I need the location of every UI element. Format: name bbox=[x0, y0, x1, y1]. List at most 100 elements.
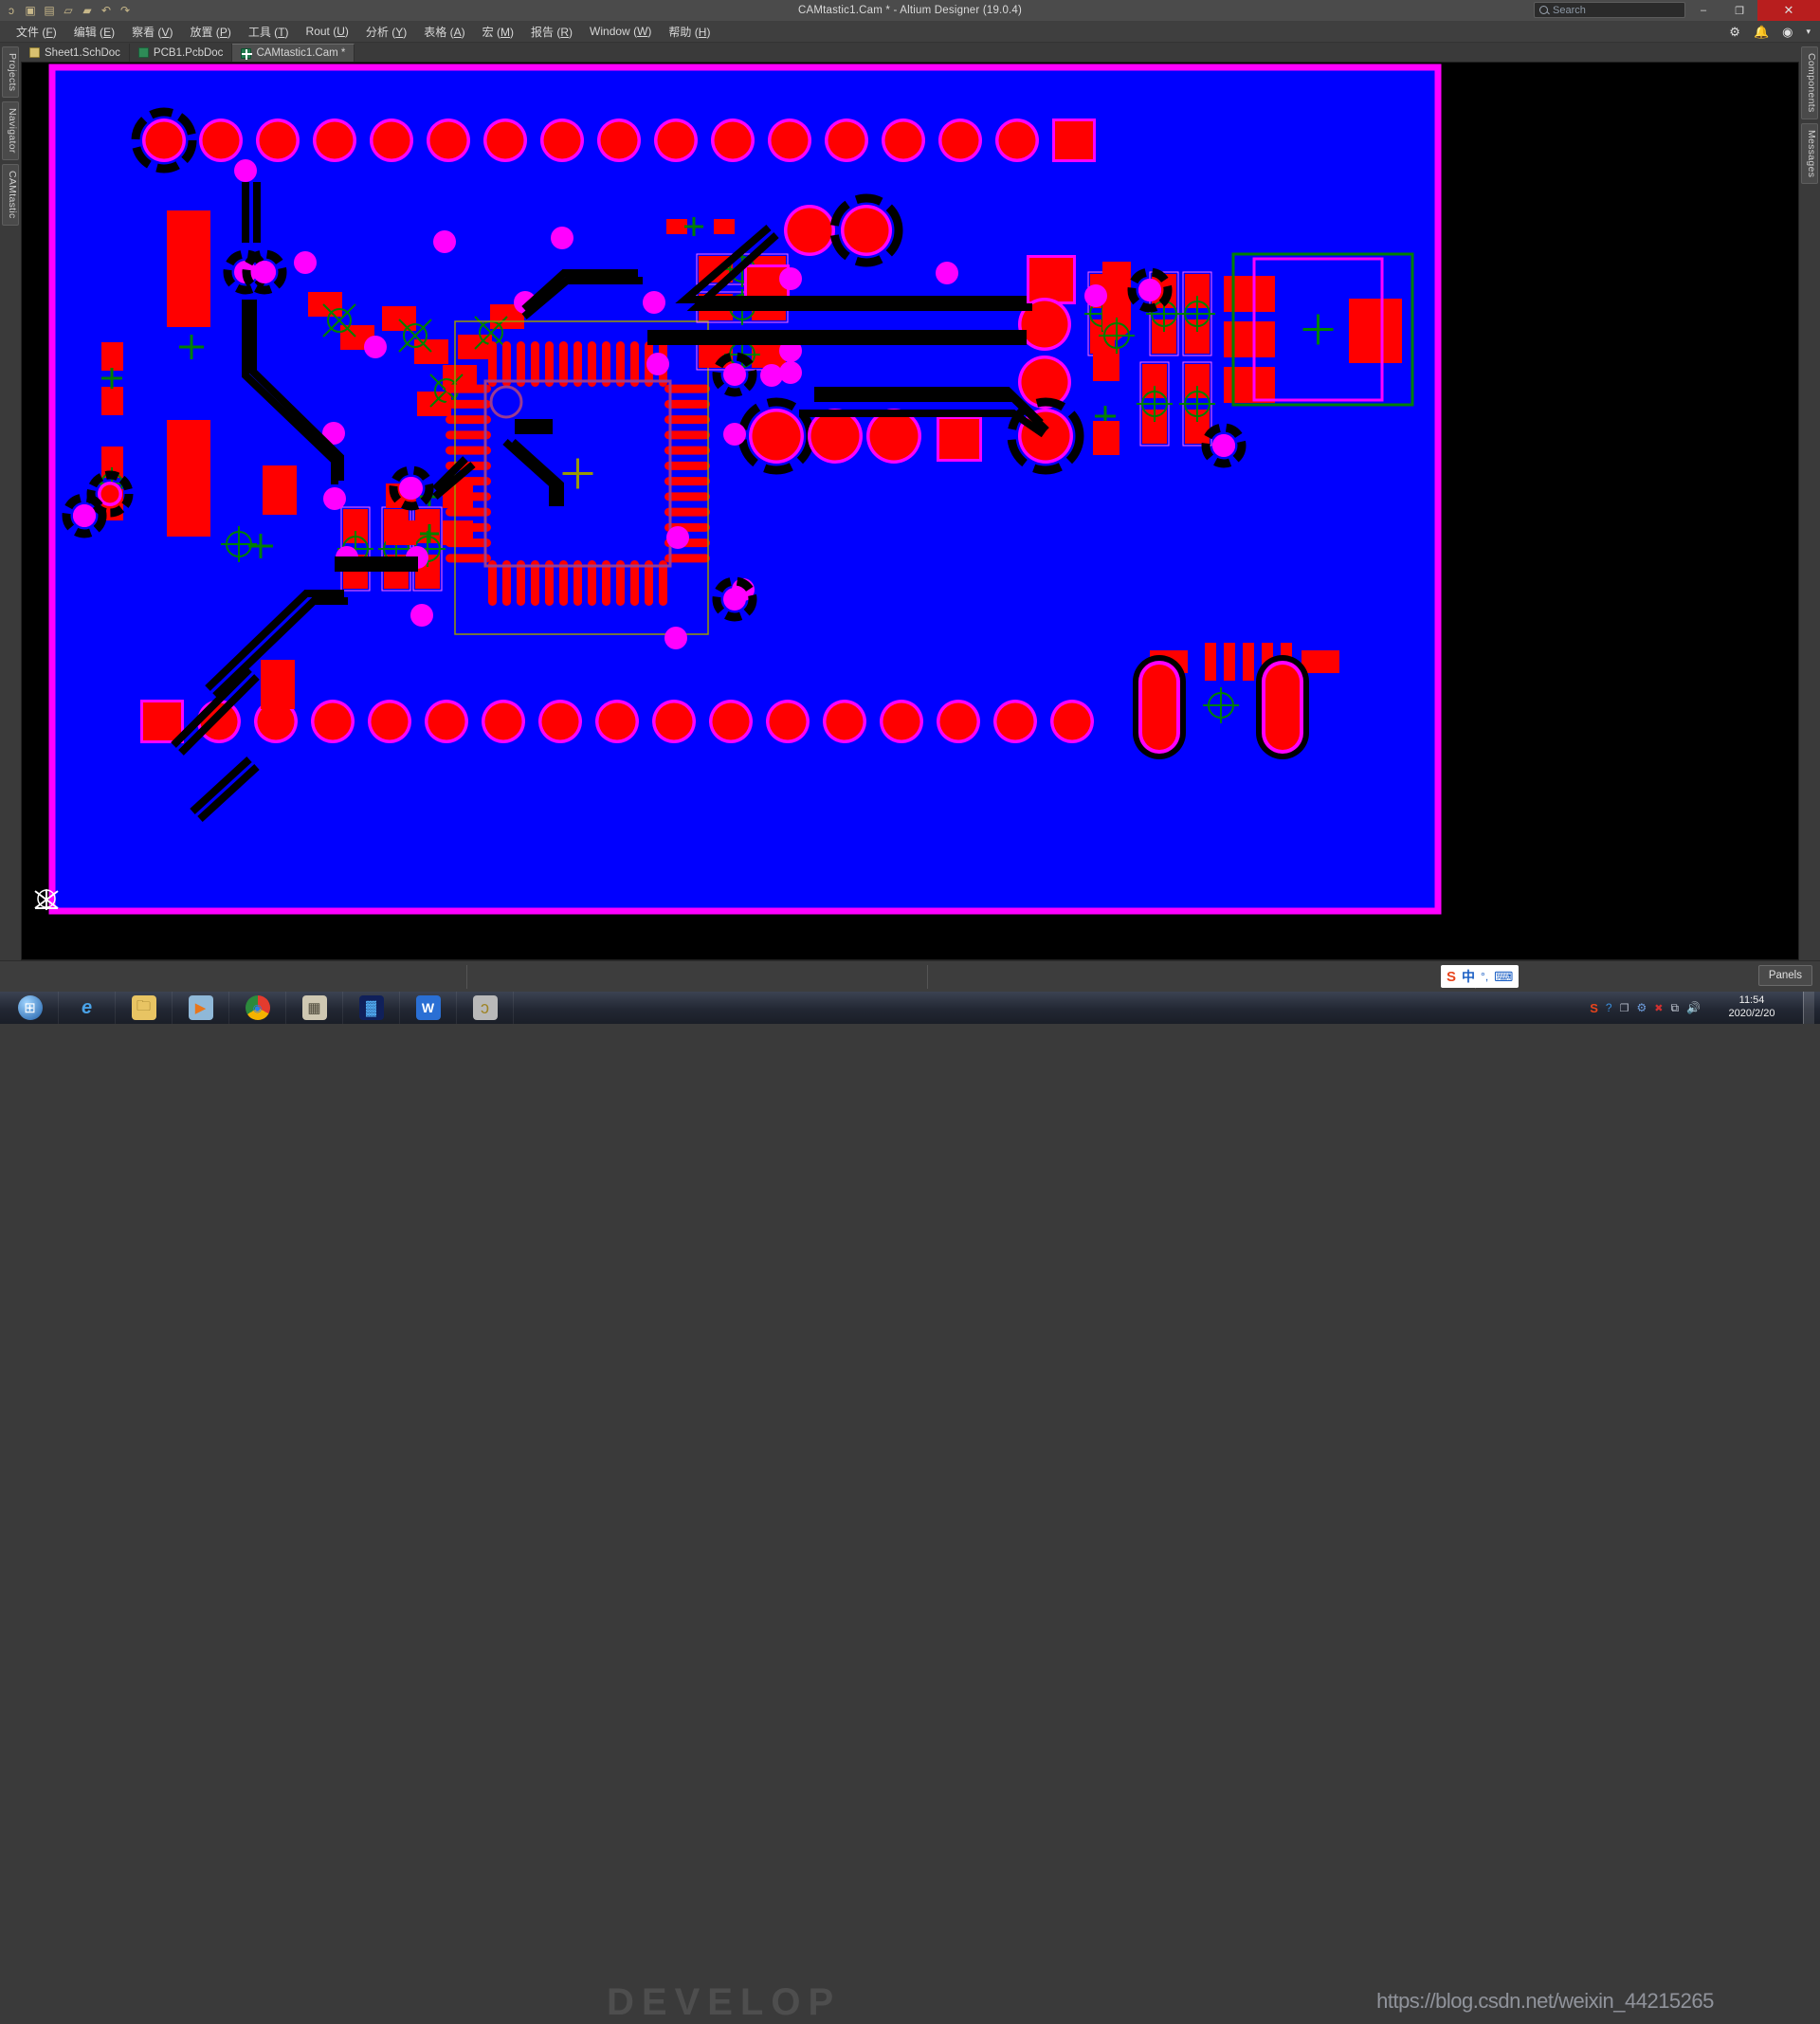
menu-item-place[interactable]: 放置 (P) bbox=[181, 22, 239, 42]
tab-pcb1-pcbdoc[interactable]: PCB1.PcbDoc bbox=[130, 44, 233, 62]
file-explorer-icon[interactable]: 🗀 bbox=[116, 992, 173, 1024]
trace bbox=[335, 556, 418, 572]
maximize-button[interactable]: ❐ bbox=[1721, 0, 1757, 21]
gear-icon[interactable]: ⚙ bbox=[1729, 26, 1740, 38]
menu-item-macro[interactable]: 宏 (M) bbox=[474, 22, 522, 42]
save-all-icon[interactable]: ▤ bbox=[41, 2, 58, 19]
copper-pad bbox=[941, 121, 979, 159]
desktop-wallpaper-text: DEVELOP bbox=[607, 1981, 842, 2023]
via bbox=[410, 604, 433, 627]
cam-canvas[interactable] bbox=[21, 62, 1799, 960]
menu-item-window[interactable]: Window (W) bbox=[581, 23, 660, 40]
menu-item-help[interactable]: 帮助 (H) bbox=[660, 22, 719, 42]
copper-pad bbox=[308, 292, 342, 317]
error-tray-icon[interactable]: ✖ bbox=[1654, 1002, 1663, 1014]
copper-pad bbox=[598, 702, 636, 740]
minimize-button[interactable]: – bbox=[1685, 0, 1721, 21]
tab-sheet1-schdoc[interactable]: Sheet1.SchDoc bbox=[21, 44, 130, 62]
via bbox=[666, 526, 689, 549]
show-desktop-button[interactable] bbox=[1803, 992, 1814, 1024]
settings-tray-icon[interactable]: ⚙ bbox=[1636, 1001, 1647, 1014]
schematic-icon bbox=[29, 47, 40, 58]
panel-tab-projects[interactable]: Projects bbox=[2, 46, 19, 99]
close-button[interactable]: ✕ bbox=[1757, 0, 1820, 21]
menu-item-view[interactable]: 察看 (V) bbox=[123, 22, 181, 42]
help-tray-icon[interactable]: ? bbox=[1606, 1001, 1612, 1014]
panels-button[interactable]: Panels bbox=[1757, 965, 1812, 986]
tab-camtastic1-cam[interactable]: CAMtastic1.Cam * bbox=[232, 44, 355, 62]
document-tab-strip: Sheet1.SchDoc PCB1.PcbDoc CAMtastic1.Cam… bbox=[21, 43, 1799, 62]
menu-item-tables[interactable]: 表格 (A) bbox=[415, 22, 473, 42]
wps-writer-icon[interactable]: W bbox=[400, 992, 457, 1024]
simulator-icon[interactable]: ▓ bbox=[343, 992, 400, 1024]
redo-icon[interactable]: ↷ bbox=[117, 2, 134, 19]
undo-icon[interactable]: ↶ bbox=[98, 2, 115, 19]
ime-punctuation-toggle[interactable]: °, bbox=[1481, 970, 1488, 983]
copper-pad bbox=[1224, 643, 1235, 681]
copper-pad bbox=[100, 484, 119, 503]
altium-designer-icon[interactable]: ɔ bbox=[457, 992, 514, 1024]
copper-pad bbox=[371, 702, 409, 740]
window-tray-icon[interactable]: ❐ bbox=[1620, 1002, 1629, 1014]
copper-pad bbox=[1243, 643, 1254, 681]
chrome-icon[interactable]: ◉ bbox=[229, 992, 286, 1024]
altium-logo-icon[interactable]: ɔ bbox=[3, 2, 20, 19]
via bbox=[323, 487, 346, 510]
bell-icon[interactable]: 🔔 bbox=[1754, 26, 1769, 38]
menu-item-tools[interactable]: 工具 (T) bbox=[240, 22, 298, 42]
copper-pad bbox=[202, 121, 240, 159]
copper-pad bbox=[1265, 665, 1300, 750]
open-icon[interactable]: ▱ bbox=[60, 2, 77, 19]
keyboard-icon[interactable]: ⌨ bbox=[1494, 969, 1513, 985]
copper-pad bbox=[541, 702, 579, 740]
copper-pad bbox=[1224, 367, 1275, 403]
menu-item-rout[interactable]: Rout (U) bbox=[298, 23, 357, 40]
open-project-icon[interactable]: ▰ bbox=[79, 2, 96, 19]
via bbox=[723, 588, 746, 611]
copper-pad bbox=[996, 702, 1034, 740]
sogou-logo-icon[interactable]: S bbox=[1447, 969, 1456, 985]
via bbox=[779, 361, 802, 384]
copper-pad bbox=[259, 121, 297, 159]
menu-item-reports[interactable]: 报告 (R) bbox=[522, 22, 581, 42]
ime-toolbar[interactable]: S 中 °, ⌨ bbox=[1441, 965, 1520, 988]
volume-tray-icon[interactable]: 🔊 bbox=[1686, 1001, 1701, 1014]
taskbar-launcher-group: ⊞ e 🗀 ▶ ◉ ▦ ▓ W ɔ bbox=[2, 992, 514, 1024]
ime-mode-label[interactable]: 中 bbox=[1462, 967, 1475, 986]
panel-tab-messages[interactable]: Messages bbox=[1801, 122, 1818, 184]
copper-pad bbox=[1349, 299, 1402, 363]
panel-tab-navigator[interactable]: Navigator bbox=[2, 101, 19, 160]
copper-pad bbox=[655, 702, 693, 740]
account-icon[interactable]: ◉ bbox=[1782, 26, 1793, 38]
sogou-tray-icon[interactable]: S bbox=[1590, 1001, 1598, 1015]
copper-pad bbox=[714, 121, 752, 159]
chevron-down-icon[interactable]: ▾ bbox=[1806, 27, 1811, 36]
pcb-gerber-view[interactable] bbox=[22, 63, 1799, 960]
copper-pad bbox=[884, 121, 922, 159]
internet-explorer-icon[interactable]: e bbox=[59, 992, 116, 1024]
panel-tab-components[interactable]: Components bbox=[1801, 46, 1818, 119]
quick-access-toolbar[interactable]: ɔ ▣ ▤ ▱ ▰ ↶ ↷ bbox=[0, 2, 134, 19]
start-button[interactable]: ⊞ bbox=[2, 992, 59, 1024]
status-bar bbox=[0, 960, 1820, 992]
save-icon[interactable]: ▣ bbox=[22, 2, 39, 19]
square-pad-copper bbox=[939, 419, 979, 459]
via bbox=[643, 291, 665, 314]
windows-taskbar: DEVELOP ⊞ e 🗀 ▶ ◉ ▦ ▓ W ɔ S ? ❐ ⚙ ✖ ⧉ 🔊 … bbox=[0, 992, 1820, 2023]
copper-pad bbox=[666, 219, 687, 234]
via bbox=[1084, 284, 1107, 307]
status-separator bbox=[466, 965, 467, 989]
menu-item-file[interactable]: 文件 (F) bbox=[8, 22, 65, 42]
clock[interactable]: 11:54 2020/2/20 bbox=[1708, 994, 1795, 1021]
media-player-icon[interactable]: ▶ bbox=[173, 992, 229, 1024]
menu-item-edit[interactable]: 编辑 (E) bbox=[65, 22, 123, 42]
copper-pad bbox=[145, 121, 183, 159]
copper-pad bbox=[787, 208, 832, 253]
copper-pad bbox=[486, 121, 524, 159]
panel-tab-camtastic[interactable]: CAMtastic bbox=[2, 163, 19, 226]
search-input[interactable]: Search bbox=[1534, 2, 1685, 18]
via bbox=[1138, 279, 1161, 301]
menu-item-analysis[interactable]: 分析 (Y) bbox=[357, 22, 415, 42]
copy-tray-icon[interactable]: ⧉ bbox=[1670, 1001, 1679, 1015]
calculator-icon[interactable]: ▦ bbox=[286, 992, 343, 1024]
